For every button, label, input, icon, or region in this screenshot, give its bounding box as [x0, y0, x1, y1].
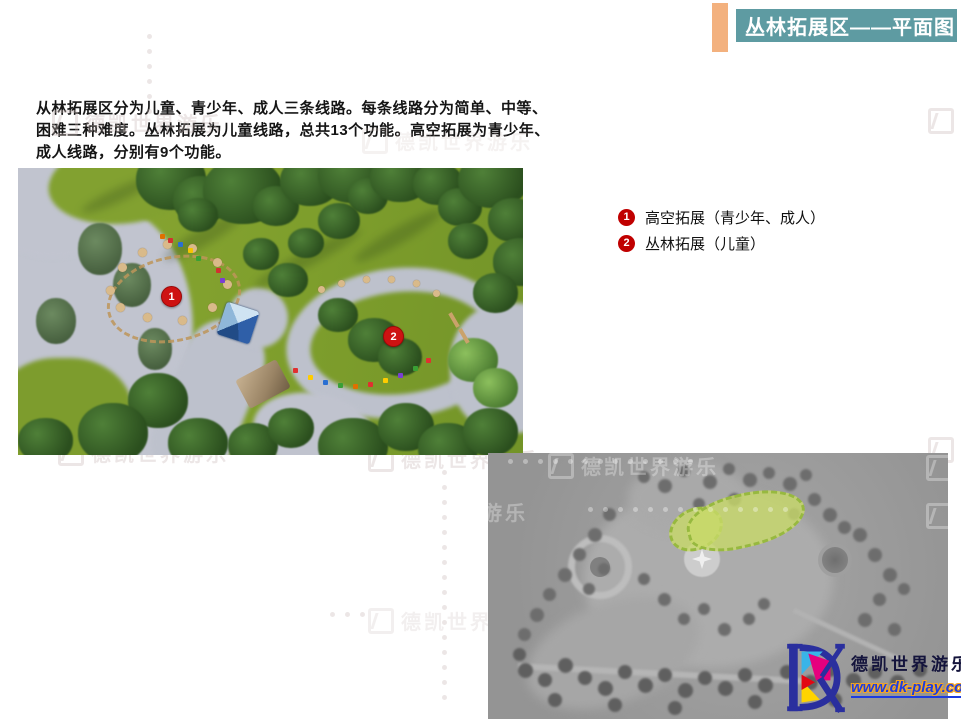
watermark-dots — [330, 612, 365, 617]
watermark-logo-icon — [362, 128, 388, 154]
company-logo: 德凯世界游乐 www.dk-play.com — [787, 640, 961, 715]
legend-marker-1: 1 — [618, 209, 635, 226]
title-bar: 丛林拓展区——平面图 — [736, 9, 957, 42]
slide-canvas: 丛林拓展区——平面图 从林拓展区分为儿童、青少年、成人三条线路。每条线路分为简单… — [0, 0, 961, 719]
legend: 1 高空拓展（青少年、成人） 2 丛林拓展（儿童） — [618, 204, 825, 256]
map-marker-1: 1 — [161, 286, 182, 307]
accent-bar — [712, 3, 728, 52]
watermark: 德凯世界游乐 — [548, 453, 719, 480]
company-url: www.dk-play.com — [851, 679, 961, 698]
legend-item-highrope: 1 高空拓展（青少年、成人） — [618, 204, 825, 230]
plan-feature-circle — [818, 543, 852, 577]
legend-item-jungle: 2 丛林拓展（儿童） — [618, 230, 825, 256]
watermark-logo-icon — [926, 503, 948, 529]
company-name: 德凯世界游乐 — [851, 650, 961, 675]
watermark-logo-icon — [548, 453, 574, 479]
legend-label-2: 丛林拓展（儿童） — [645, 233, 765, 254]
map-marker-2: 2 — [383, 326, 404, 347]
watermark-dots — [147, 34, 152, 114]
watermark-logo-icon — [368, 608, 394, 634]
legend-marker-2: 2 — [618, 235, 635, 252]
watermark — [926, 503, 948, 529]
watermark-dots — [442, 470, 447, 700]
watermark: 德凯世界游乐 — [52, 108, 223, 137]
watermark-logo-icon — [52, 110, 78, 136]
watermark — [928, 108, 954, 134]
watermark-partial: 游乐 — [488, 497, 528, 526]
watermark-logo-icon — [926, 455, 948, 481]
watermark-logo-icon — [928, 108, 954, 134]
watermark: 德凯世界游乐 — [362, 126, 533, 155]
legend-label-1: 高空拓展（青少年、成人） — [645, 207, 825, 228]
watermark-dots — [508, 459, 693, 464]
aerial-render-image: 1 2 — [18, 168, 523, 455]
dk-logo-icon — [787, 640, 845, 715]
watermark — [926, 455, 948, 481]
page-title: 丛林拓展区——平面图 — [745, 11, 955, 40]
watermark-dots — [588, 507, 788, 512]
